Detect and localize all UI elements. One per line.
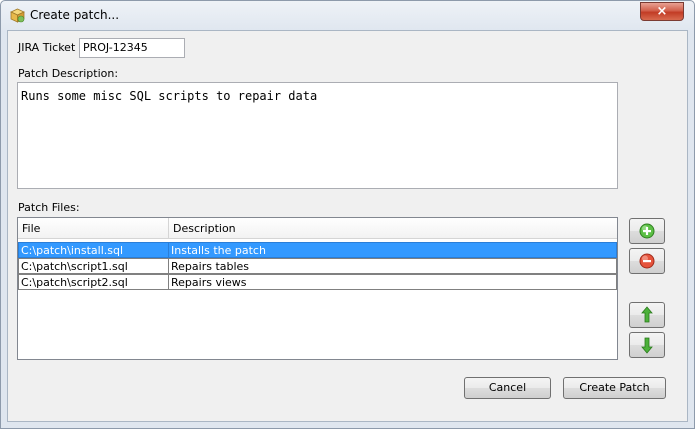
plus-circle-icon [639,223,655,239]
patch-files-label: Patch Files: [18,201,80,214]
file-cell: C:\patch\install.sql [18,242,169,258]
package-icon [10,8,25,23]
table-row[interactable]: C:\patch\script2.sql Repairs views [18,274,617,290]
title-bar[interactable]: Create patch... × [1,1,694,31]
file-cell: C:\patch\script1.sql [18,258,169,274]
close-icon: × [656,4,668,19]
file-cell: C:\patch\script2.sql [18,274,169,290]
description-cell: Repairs views [168,274,617,290]
move-up-button[interactable] [629,302,665,328]
jira-ticket-label: JIRA Ticket [18,41,76,54]
table-row[interactable]: C:\patch\script1.sql Repairs tables [18,258,617,274]
create-patch-button[interactable]: Create Patch [563,377,666,399]
description-cell: Repairs tables [168,258,617,274]
patch-description-label: Patch Description: [18,67,119,80]
remove-file-button[interactable] [629,248,665,274]
description-cell: Installs the patch [168,242,617,258]
column-header-description[interactable]: Description [168,218,617,239]
patch-description-textarea[interactable]: Runs some misc SQL scripts to repair dat… [17,82,618,189]
close-button[interactable]: × [640,2,684,21]
window-title: Create patch... [30,8,120,22]
minus-circle-icon [639,253,655,269]
column-header-file[interactable]: File [18,218,168,239]
jira-ticket-input[interactable]: PROJ-12345 [79,38,185,58]
cancel-button[interactable]: Cancel [464,377,551,399]
arrow-up-icon [641,306,653,323]
table-row[interactable]: C:\patch\install.sql Installs the patch [18,242,617,258]
add-file-button[interactable] [629,218,665,244]
move-down-button[interactable] [629,332,665,358]
arrow-down-icon [641,337,653,354]
patch-files-table[interactable]: File Description C:\patch\install.sql In… [17,217,618,360]
